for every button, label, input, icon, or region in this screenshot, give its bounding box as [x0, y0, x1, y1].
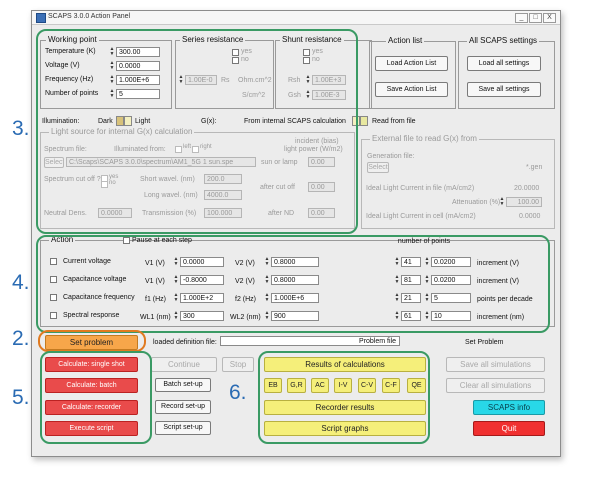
clear-all-simulations-button[interactable]: Clear all simulations: [446, 378, 545, 393]
action-list-legend: Action list: [386, 36, 425, 45]
continue-button[interactable]: Continue: [151, 357, 217, 372]
script-setup-button[interactable]: Script set-up: [155, 421, 211, 435]
loaded-definition-label: loaded definition file:: [153, 339, 217, 346]
gx-toggle-right[interactable]: [360, 116, 368, 126]
load-action-list-button[interactable]: Load Action List: [375, 56, 448, 71]
set-problem-status: Set Problem: [465, 339, 504, 346]
app-icon: [36, 13, 46, 23]
generation-select-button[interactable]: Select: [367, 162, 389, 173]
read-from-file-label: Read from file: [372, 118, 416, 125]
attenuation-input[interactable]: 100.00: [506, 197, 542, 207]
highlight-region-2: [38, 330, 146, 352]
scaps-info-button[interactable]: SCAPS info: [473, 400, 545, 415]
save-all-simulations-button[interactable]: Save all simulations: [446, 357, 545, 372]
annotation-number-3: 3.: [12, 117, 30, 140]
ideal-current-cell-label: Ideal Light Current in cell (mA/cm2): [366, 213, 476, 220]
maximize-button[interactable]: □: [529, 13, 542, 23]
all-settings-legend: All SCAPS settings: [467, 36, 540, 45]
ideal-current-file-label: Ideal Light Current in file (mA/cm2): [366, 185, 475, 192]
highlight-region-4: [36, 235, 550, 333]
generation-file-label: Generation file:: [367, 153, 415, 160]
save-action-list-button[interactable]: Save Action List: [375, 82, 448, 97]
attenuation-label: Attenuation (%): [452, 199, 501, 206]
ideal-current-cell-value: 0.0000: [519, 213, 541, 220]
batch-setup-button[interactable]: Batch set-up: [155, 378, 211, 392]
quit-button[interactable]: Quit: [473, 421, 545, 436]
highlight-region-3: [36, 29, 358, 234]
minimize-button[interactable]: _: [515, 13, 528, 23]
window-title: SCAPS 3.0.0 Action Panel: [48, 13, 131, 20]
external-file-legend: External file to read G(x) from: [370, 134, 479, 143]
highlight-region-6: [258, 351, 430, 444]
annotation-number-4: 4.: [12, 271, 30, 294]
load-all-settings-button[interactable]: Load all settings: [467, 56, 541, 71]
title-bar: SCAPS 3.0.0 Action Panel _ □ X: [32, 11, 560, 25]
problem-file-input: Problem file: [220, 336, 400, 346]
gen-extension-label: *.gen: [526, 164, 543, 171]
spinner-icon[interactable]: ▲ ▼: [499, 197, 505, 207]
close-button[interactable]: X: [543, 13, 556, 23]
annotation-number-6: 6.: [229, 381, 247, 404]
highlight-region-5: [40, 351, 152, 444]
ideal-current-file-value: 20.0000: [514, 185, 540, 192]
save-all-settings-button[interactable]: Save all settings: [467, 82, 541, 97]
stop-button[interactable]: Stop: [222, 357, 254, 372]
action-list-group: Action list: [369, 36, 456, 109]
all-settings-group: All SCAPS settings: [458, 36, 555, 109]
record-setup-button[interactable]: Record set-up: [155, 400, 211, 414]
annotation-number-5: 5.: [12, 386, 30, 409]
annotation-number-2: 2.: [12, 327, 30, 350]
